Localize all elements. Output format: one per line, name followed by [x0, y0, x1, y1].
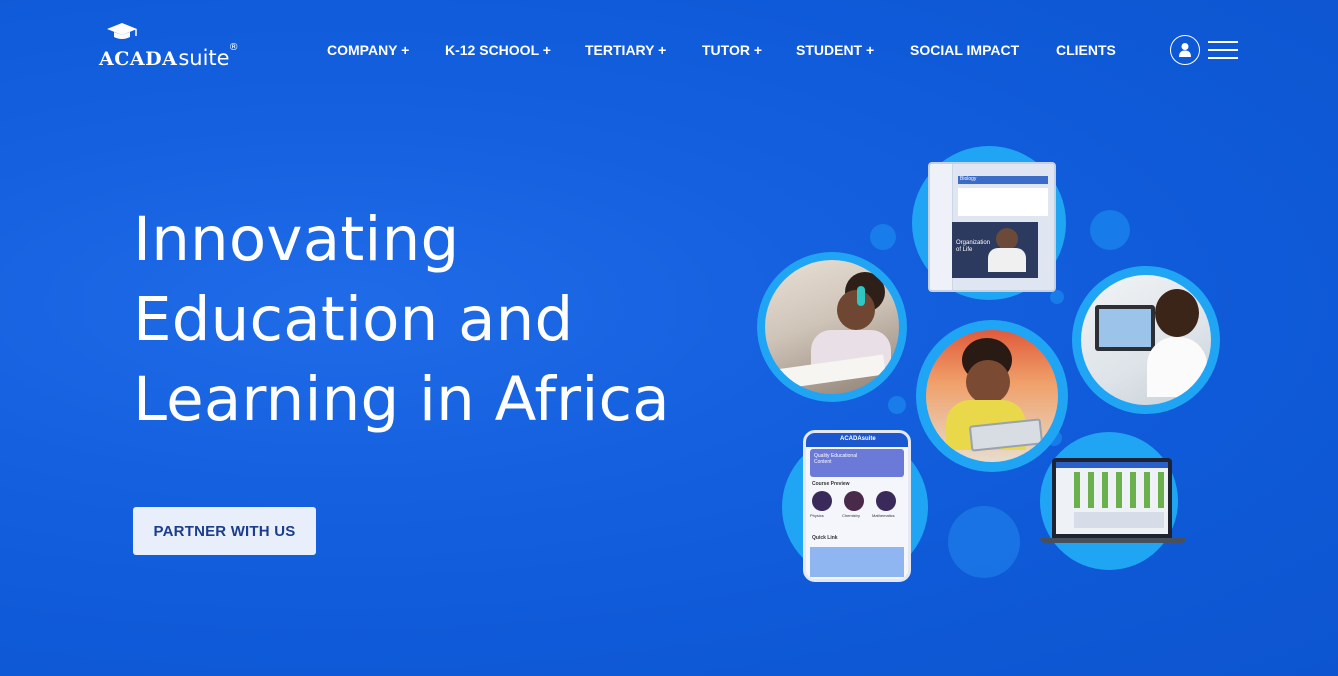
nav-item-k12-school[interactable]: K-12 SCHOOL + [445, 42, 551, 58]
student-writing-photo [765, 260, 899, 394]
hamburger-menu-icon[interactable] [1208, 41, 1238, 61]
hero-title-line: Innovating [133, 204, 460, 275]
brand-logo[interactable]: ACADA suite ® [99, 23, 239, 70]
video-caption: Organization of Life [956, 240, 991, 253]
teacher-head [996, 228, 1018, 250]
laptop-base [1040, 538, 1186, 543]
partner-with-us-button[interactable]: PARTNER WITH US [133, 507, 316, 555]
graduation-cap-icon [107, 23, 137, 39]
monitor-screen [1099, 309, 1151, 347]
dashboard-table [1074, 512, 1164, 528]
course-label: Mathematics [872, 513, 895, 518]
decor-dot [888, 396, 906, 414]
logo-text-suite: suite ® [178, 42, 238, 70]
user-icon [1179, 43, 1191, 57]
registered-mark: ® [228, 42, 239, 53]
sidebar-panel [930, 164, 953, 290]
face [1155, 289, 1199, 337]
quick-link-title: Quick Link [812, 535, 838, 541]
course-avatar [844, 491, 864, 511]
course-label: Physics [810, 513, 824, 518]
student-computer-photo [1081, 275, 1211, 405]
laptop-screen [1056, 462, 1168, 534]
user-account-button[interactable] [1170, 35, 1200, 65]
nav-item-tutor[interactable]: TUTOR + [702, 42, 762, 58]
logo-suite-label: suite [178, 46, 230, 70]
nav-item-tertiary[interactable]: TERTIARY + [585, 42, 666, 58]
decor-dot [1090, 210, 1130, 250]
app-name: ACADAsuite [840, 436, 876, 442]
decor-dot [1050, 290, 1064, 304]
dashboard-bar [1056, 462, 1168, 468]
student-tablet-photo [926, 330, 1058, 462]
menu-bar [1208, 57, 1238, 59]
app-banner-text: Quality Educational Content [814, 453, 858, 465]
face [837, 290, 875, 330]
course-preview-title: Course Preview [812, 481, 850, 487]
laptop-dashboard-image [1052, 458, 1172, 538]
mobile-app-screen-image: ACADAsuite Quality Educational Content C… [803, 430, 911, 582]
course-avatar [812, 491, 832, 511]
face [966, 360, 1010, 404]
nav-item-social-impact[interactable]: SOCIAL IMPACT [910, 42, 1019, 58]
course-label: Chemistry [842, 513, 861, 518]
hero-title: Innovating Education and Learning in Afr… [133, 200, 753, 440]
menu-bar [1208, 49, 1238, 51]
menu-bar [1208, 41, 1238, 43]
elearning-screen-image: Biology Organization of Life [928, 162, 1056, 292]
decor-dot [870, 224, 896, 250]
hero-title-line: Learning in Africa [133, 364, 670, 435]
logo-text-acada: ACADA [99, 48, 178, 70]
headphones [857, 286, 865, 306]
shirt [1147, 337, 1207, 397]
decor-dot [948, 506, 1020, 578]
lesson-list [958, 188, 1048, 216]
quick-link-strip [810, 547, 904, 577]
teacher-body [988, 248, 1026, 272]
dashboard-icons [1074, 472, 1164, 508]
nav-item-company[interactable]: COMPANY + [327, 42, 409, 58]
hero-image-collage: Biology Organization of Life ACADAsuite … [740, 140, 1240, 600]
panel-title: Biology [960, 176, 977, 182]
course-avatar [876, 491, 896, 511]
nav-item-student[interactable]: STUDENT + [796, 42, 874, 58]
hero-title-line: Education and [133, 284, 574, 355]
nav-item-clients[interactable]: CLIENTS [1056, 42, 1116, 58]
